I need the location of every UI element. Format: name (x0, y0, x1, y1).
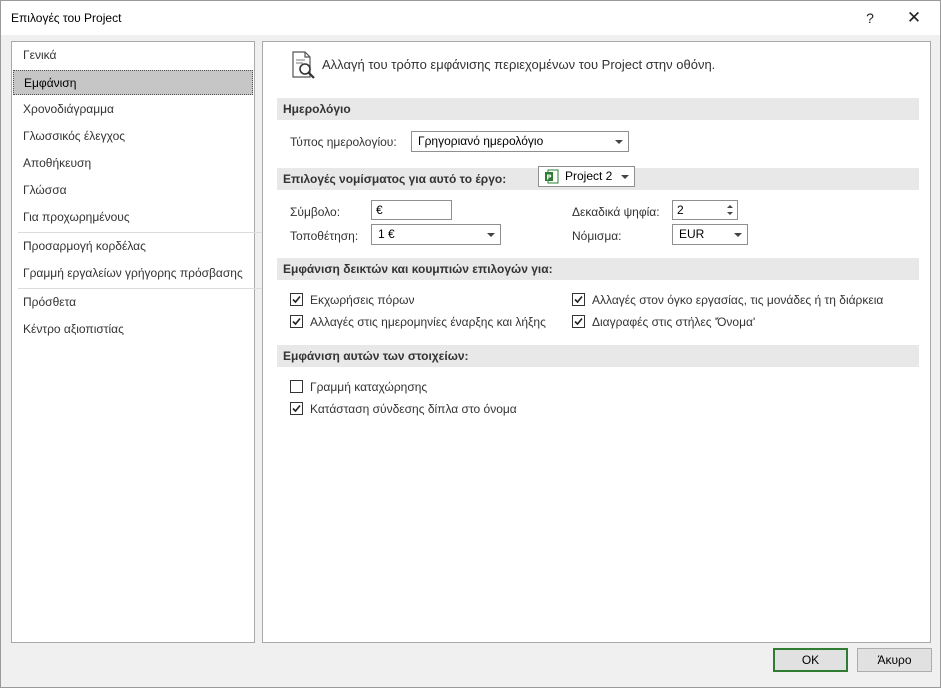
chevron-down-icon (487, 233, 495, 237)
svg-text:P: P (546, 174, 551, 182)
checkbox-label: Αλλαγές στις ημερομηνίες έναρξης και λήξ… (310, 315, 546, 329)
dialog-title: Επιλογές του Project (11, 11, 122, 25)
project-file-icon: P (545, 169, 559, 184)
calendar-type-dropdown[interactable]: Γρηγοριανό ημερολόγιο (411, 131, 629, 152)
nav-item-schedule[interactable]: Χρονοδιάγραμμα (13, 97, 253, 122)
checkbox-label: Γραμμή καταχώρησης (310, 380, 428, 394)
nav-item-trust-center[interactable]: Κέντρο αξιοπιστίας (13, 317, 253, 342)
nav-item-add-ins[interactable]: Πρόσθετα (13, 290, 253, 315)
placement-value: 1 € (378, 227, 395, 241)
nav-item-advanced[interactable]: Για προχωρημένους (13, 205, 253, 230)
title-bar: Επιλογές του Project ? ✕ (1, 1, 940, 35)
checkmark-icon (574, 317, 583, 326)
nav-item-quick-access-toolbar[interactable]: Γραμμή εργαλείων γρήγορης πρόσβασης (13, 261, 253, 286)
currency-value: EUR (679, 227, 705, 241)
nav-item-save[interactable]: Αποθήκευση (13, 151, 253, 176)
currency-label: Νόμισμα: (572, 229, 622, 243)
currency-dropdown[interactable]: EUR (672, 224, 748, 245)
nav-item-proofing[interactable]: Γλωσσικός έλεγχος (13, 124, 253, 149)
cancel-button[interactable]: Άκυρο (857, 648, 932, 672)
checkbox-label: Διαγραφές στις στήλες 'Όνομα' (592, 315, 756, 329)
checkmark-icon (292, 317, 301, 326)
currency-section-title: Επιλογές νομίσματος για αυτό το έργο: (283, 172, 507, 186)
calendar-type-value: Γρηγοριανό ημερολόγιο (418, 134, 544, 148)
display-panel: Αλλαγή του τρόπο εμφάνισης περιεχομένων … (262, 41, 931, 643)
nav-divider (18, 288, 262, 289)
help-button[interactable]: ? (859, 7, 881, 29)
category-nav: Γενικά Εμφάνιση Χρονοδιάγραμμα Γλωσσικός… (11, 41, 262, 643)
placement-label: Τοποθέτηση: (290, 229, 359, 243)
checkbox[interactable] (290, 315, 303, 328)
symbol-input[interactable]: € (371, 200, 452, 220)
currency-section-head: Επιλογές νομίσματος για αυτό το έργο: P … (277, 166, 919, 190)
project-dropdown[interactable]: P Project 2 (538, 166, 635, 187)
calendar-type-label: Τύπος ημερολογίου: (290, 135, 397, 149)
panel-description: Αλλαγή του τρόπο εμφάνισης περιεχομένων … (322, 57, 716, 72)
chevron-down-icon (734, 233, 742, 237)
options-dialog: Επιλογές του Project ? ✕ Γενικά Εμφάνιση… (0, 0, 941, 688)
checkbox-label: Εκχωρήσεις πόρων (310, 293, 415, 307)
nav-item-display[interactable]: Εμφάνιση (13, 70, 253, 95)
checkmark-icon (292, 404, 301, 413)
elements-section-title: Εμφάνιση αυτών των στοιχείων: (277, 345, 919, 367)
chevron-down-icon (621, 175, 629, 179)
checkbox[interactable] (290, 380, 303, 393)
checkbox-label: Κατάσταση σύνδεσης δίπλα στο όνομα (310, 402, 517, 416)
checkbox[interactable] (572, 315, 585, 328)
indicators-section-title: Εμφάνιση δεικτών και κουμπιών επιλογών γ… (277, 258, 919, 280)
nav-item-general[interactable]: Γενικά (13, 43, 253, 68)
placement-dropdown[interactable]: 1 € (371, 224, 501, 245)
nav-item-language[interactable]: Γλώσσα (13, 178, 253, 203)
checkbox-label: Αλλαγές στον όγκο εργασίας, τις μονάδες … (592, 293, 884, 307)
checkbox[interactable] (572, 293, 585, 306)
chevron-down-icon (615, 140, 623, 144)
close-button[interactable]: ✕ (903, 7, 925, 29)
ok-button[interactable]: OK (773, 648, 848, 672)
checkbox[interactable] (290, 293, 303, 306)
checkmark-icon (574, 295, 583, 304)
decimals-spinner[interactable]: 2 (672, 200, 738, 220)
spin-up-icon[interactable] (727, 205, 733, 208)
decimals-label: Δεκαδικά ψηφία: (572, 205, 660, 219)
decimals-value: 2 (677, 203, 684, 217)
nav-divider (18, 232, 262, 233)
spin-down-icon[interactable] (727, 212, 733, 215)
nav-item-customize-ribbon[interactable]: Προσαρμογή κορδέλας (13, 234, 253, 259)
page-magnifier-icon (292, 51, 315, 79)
checkmark-icon (292, 295, 301, 304)
symbol-label: Σύμβολο: (290, 205, 341, 219)
checkbox[interactable] (290, 402, 303, 415)
project-value: Project 2 (565, 169, 613, 183)
calendar-section-title: Ημερολόγιο (277, 98, 919, 120)
